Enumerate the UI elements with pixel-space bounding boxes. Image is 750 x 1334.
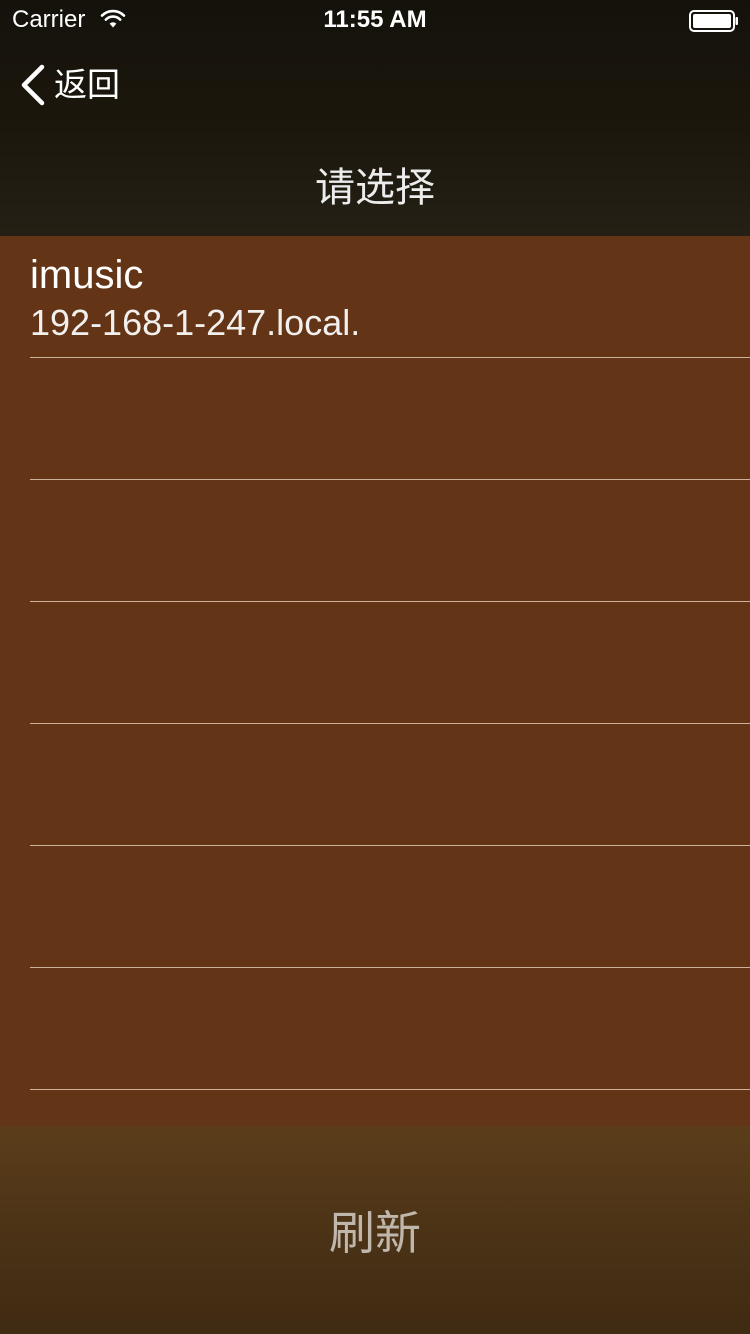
- list-item-subtitle: 192-168-1-247.local.: [30, 302, 361, 343]
- refresh-button[interactable]: 刷新: [0, 1126, 750, 1334]
- service-list: imusic 192-168-1-247.local.: [0, 236, 750, 1126]
- list-item[interactable]: [0, 480, 750, 602]
- bottom-bar: 刷新: [0, 1126, 750, 1334]
- list-item[interactable]: [0, 846, 750, 968]
- clock: 11:55 AM: [323, 6, 427, 33]
- header-area: Carrier 11:55 AM 返回 请选择: [0, 0, 750, 236]
- chevron-left-icon: [21, 64, 45, 106]
- row-divider: [30, 1089, 750, 1090]
- back-label: 返回: [54, 65, 120, 104]
- list-item-title: imusic: [30, 253, 144, 297]
- back-button[interactable]: 返回: [18, 60, 120, 110]
- list-item[interactable]: [0, 724, 750, 846]
- page-title: 请选择: [315, 165, 435, 211]
- status-bar: Carrier 11:55 AM: [0, 0, 750, 40]
- device-selection-screen: Carrier 11:55 AM 返回 请选择 imusic 192-168-1…: [0, 0, 750, 1334]
- list-item[interactable]: [0, 602, 750, 724]
- list-item[interactable]: [0, 358, 750, 480]
- list-item[interactable]: imusic 192-168-1-247.local.: [0, 236, 750, 358]
- list-item[interactable]: [0, 968, 750, 1090]
- battery-icon: [689, 10, 738, 32]
